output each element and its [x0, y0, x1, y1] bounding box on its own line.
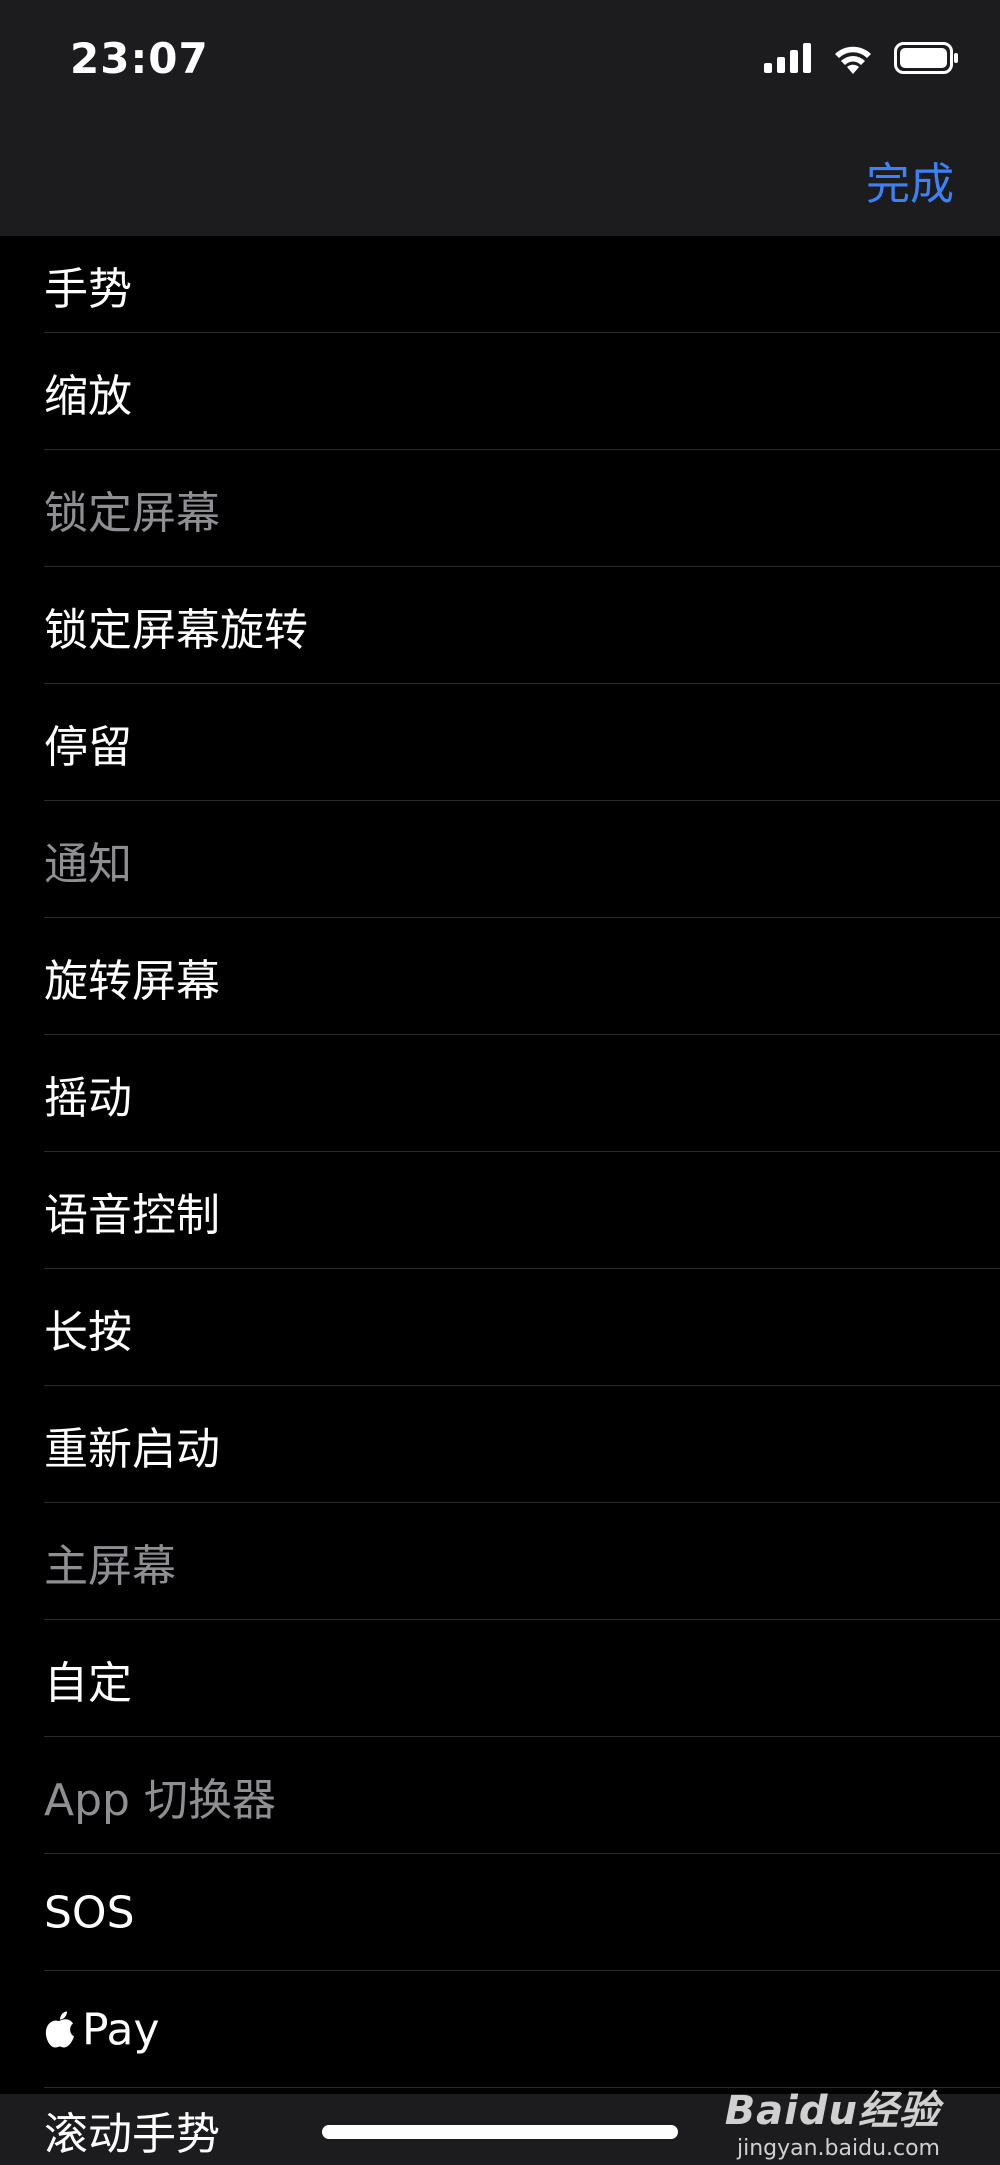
list-item: 通知 [0, 801, 1000, 918]
list-item-label: 主屏幕 [44, 1530, 176, 1594]
list-item-text: SOS [44, 1887, 135, 1938]
home-indicator[interactable] [322, 2125, 678, 2139]
battery-icon [894, 42, 958, 74]
wifi-icon [835, 46, 871, 74]
list-item-label: 停留 [44, 711, 132, 775]
list-item[interactable]: 摇动 [0, 1035, 1000, 1152]
list-item-text: 停留 [44, 721, 132, 773]
list-item-text: 长按 [44, 1306, 132, 1358]
list-item[interactable]: SOS [0, 1854, 1000, 1971]
list-item-text: 锁定屏幕 [44, 487, 220, 539]
list-item-label: 语音控制 [44, 1179, 220, 1243]
list-item-text: 语音控制 [44, 1189, 220, 1241]
done-button[interactable]: 完成 [866, 148, 954, 212]
list-item-text: 重新启动 [44, 1423, 220, 1475]
list-item-text: 通知 [44, 838, 132, 890]
list-item-text: 旋转屏幕 [44, 955, 220, 1007]
list-item: 锁定屏幕 [0, 450, 1000, 567]
list-item-label: 长按 [44, 1296, 132, 1360]
list-item[interactable]: 缩放 [0, 333, 1000, 450]
list-item-label: 旋转屏幕 [44, 945, 220, 1009]
list-item-label: 重新启动 [44, 1413, 220, 1477]
cellular-signal-icon [764, 43, 811, 73]
list-item-text: 自定 [44, 1657, 132, 1709]
list-item-text: 主屏幕 [44, 1540, 176, 1592]
list-item[interactable]: 语音控制 [0, 1152, 1000, 1269]
action-list: 手势缩放锁定屏幕锁定屏幕旋转 停留通知旋转屏幕摇动语音控制长按重新启动主屏幕自定 A… [0, 236, 1000, 2088]
list-item-label: 缩放 [44, 360, 132, 424]
list-item-text: Pay [82, 2004, 160, 2055]
list-item-label: Pay [44, 2004, 160, 2055]
list-item: 主屏幕 [0, 1503, 1000, 1620]
list-item-label: 锁定屏幕 [44, 477, 220, 541]
list-item-text: 锁定屏幕旋转 [44, 604, 308, 656]
list-item-label: 自定 [44, 1647, 132, 1711]
list-item[interactable]: Pay [0, 1971, 1000, 2088]
list-item-label: 锁定屏幕旋转 [44, 594, 308, 658]
watermark: Baidu经验 jingyan.baidu.com [725, 2078, 940, 2161]
list-item-label: 摇动 [44, 1062, 132, 1126]
list-item: App 切换器 [0, 1737, 1000, 1854]
navigation-bar: 23:07 完成 [0, 0, 1000, 236]
list-item-text: App 切换器 [44, 1774, 276, 1826]
list-item[interactable]: 锁定屏幕旋转 [0, 567, 1000, 684]
list-item[interactable]: 自定 [0, 1620, 1000, 1737]
list-item-text: 手势 [44, 263, 132, 315]
list-item[interactable]: 手势 [0, 236, 1000, 333]
list-item[interactable]: 旋转屏幕 [0, 918, 1000, 1035]
watermark-brand: Baidu经验 [724, 2088, 940, 2134]
watermark-url: jingyan.baidu.com [736, 2136, 940, 2161]
list-item-text: 摇动 [44, 1072, 132, 1124]
list-item-label: 通知 [44, 828, 132, 892]
status-time: 23:07 [70, 34, 209, 83]
apple-logo-icon [45, 2011, 74, 2047]
list-item[interactable]: 重新启动 [0, 1386, 1000, 1503]
list-item-label: 滚动手势 [44, 2108, 220, 2160]
list-item[interactable]: 停留 [0, 684, 1000, 801]
list-item-text: 缩放 [44, 370, 132, 422]
list-item-label: App 切换器 [44, 1764, 276, 1828]
status-icons [764, 42, 960, 74]
list-item[interactable]: 长按 [0, 1269, 1000, 1386]
list-item-label: 手势 [44, 253, 132, 317]
list-item-label: SOS [44, 1887, 135, 1938]
